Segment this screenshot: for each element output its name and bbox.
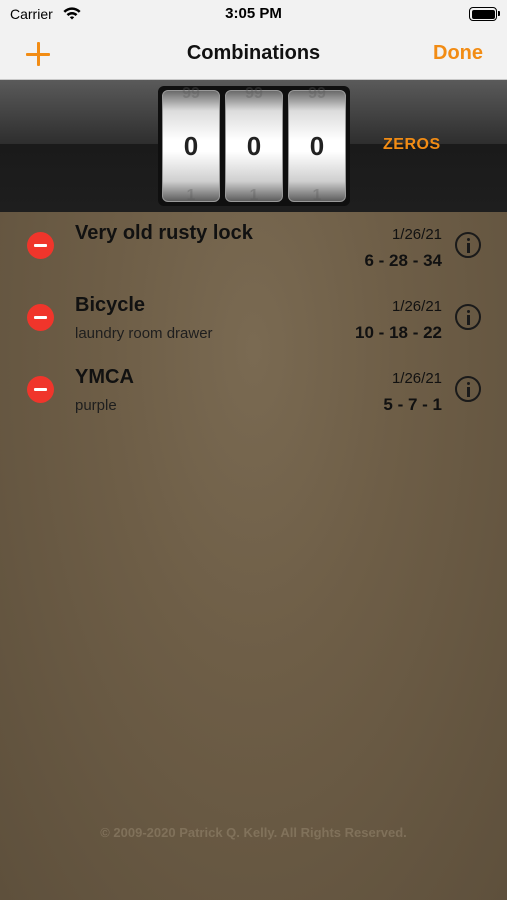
done-button[interactable]: Done xyxy=(433,42,483,65)
info-icon[interactable] xyxy=(455,376,481,402)
dial-digit-3: 0 xyxy=(309,131,325,161)
delete-icon[interactable] xyxy=(27,232,54,259)
lock-dial-panel: 99 0 1 99 0 1 99 0 1 ZEROS xyxy=(0,80,507,212)
dial-digit-1: 0 xyxy=(183,131,199,161)
delete-icon[interactable] xyxy=(27,376,54,403)
list-item[interactable]: Bicycle laundry room drawer 1/26/21 10 -… xyxy=(0,294,507,366)
page-title: Combinations xyxy=(186,42,321,64)
info-icon[interactable] xyxy=(455,232,481,258)
navigation-bar: Combinations Done xyxy=(0,30,507,80)
combination-name: Bicycle xyxy=(75,294,146,316)
dial-wheel-2[interactable]: 99 0 1 xyxy=(225,85,283,204)
combination-note: purple xyxy=(75,397,117,414)
battery-icon xyxy=(469,7,500,21)
combination-code: 6 - 28 - 34 xyxy=(364,251,443,270)
dial-ghost-digit: 1 xyxy=(249,187,259,204)
dial-ghost-digit: 99 xyxy=(182,85,200,102)
dial-ghost-digit: 99 xyxy=(245,85,263,102)
combination-name: Very old rusty lock xyxy=(75,222,253,244)
combination-code: 10 - 18 - 22 xyxy=(355,323,442,342)
copyright-text: © 2009-2020 Patrick Q. Kelly. All Rights… xyxy=(100,825,407,840)
zeros-button[interactable]: ZEROS xyxy=(383,136,441,154)
dial-frame: 99 0 1 99 0 1 99 0 1 xyxy=(158,85,350,206)
combination-note: laundry room drawer xyxy=(75,325,213,342)
combination-code: 5 - 7 - 1 xyxy=(383,395,442,414)
dial-wheel-1[interactable]: 99 0 1 xyxy=(162,85,220,204)
status-bar: Carrier 3:05 PM xyxy=(0,0,507,30)
combination-date: 1/26/21 xyxy=(391,298,442,315)
delete-icon[interactable] xyxy=(27,304,54,331)
list-item[interactable]: YMCA purple 1/26/21 5 - 7 - 1 xyxy=(0,366,507,438)
dial-digit-2: 0 xyxy=(246,131,262,161)
combinations-list: Very old rusty lock 1/26/21 6 - 28 - 34 … xyxy=(0,212,507,900)
dial-ghost-digit: 99 xyxy=(308,85,326,102)
combination-date: 1/26/21 xyxy=(391,370,442,387)
list-item[interactable]: Very old rusty lock 1/26/21 6 - 28 - 34 xyxy=(0,222,507,294)
combination-name: YMCA xyxy=(75,366,134,388)
combination-date: 1/26/21 xyxy=(391,226,442,243)
info-icon[interactable] xyxy=(455,304,481,330)
dial-ghost-digit: 1 xyxy=(312,187,322,204)
clock-time: 3:05 PM xyxy=(225,5,282,22)
dial-ghost-digit: 1 xyxy=(186,187,196,204)
dial-wheel-3[interactable]: 99 0 1 xyxy=(288,85,346,204)
